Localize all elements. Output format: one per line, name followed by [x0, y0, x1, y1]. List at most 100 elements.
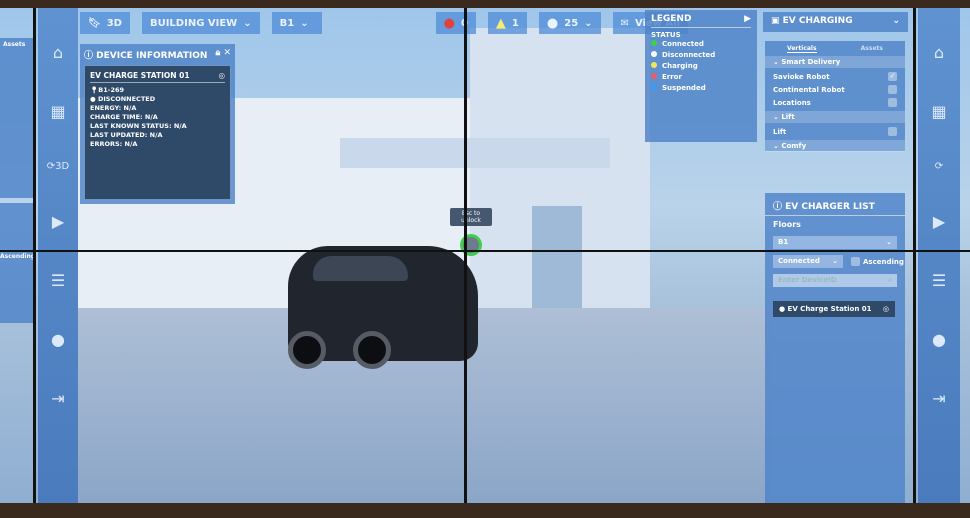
- group-header[interactable]: ⌄ Lift: [765, 111, 905, 123]
- right-sidebar: ⌂ ▦ ⟳ ▶ ☰ ● ⇥: [918, 8, 960, 503]
- building-view-dropdown[interactable]: BUILDING VIEW ⌄: [141, 12, 260, 34]
- warning-alerts[interactable]: ▲ 1: [487, 12, 527, 34]
- status: ● DISCONNECTED: [90, 95, 156, 103]
- chevron-down-icon: ⌄: [773, 113, 779, 121]
- logout-icon[interactable]: ⇥: [51, 389, 64, 408]
- building-view-label: BUILDING VIEW: [149, 17, 238, 29]
- charger-list-item[interactable]: ● EV Charge Station 01 ◎: [773, 301, 895, 317]
- home-icon[interactable]: ⌂: [53, 43, 63, 62]
- status-dot-icon: [651, 62, 657, 68]
- locate-icon[interactable]: ◎: [218, 71, 225, 80]
- mail-icon: ✉: [620, 17, 629, 29]
- status-dot-icon: [651, 40, 657, 46]
- legend-item: Suspended: [651, 83, 751, 94]
- legend-title: LEGEND: [651, 14, 692, 24]
- item-checkbox[interactable]: ✓: [888, 72, 897, 81]
- location: 📍︎B1-269: [90, 86, 125, 94]
- bookmark-button[interactable]: 🔖︎ 3D: [80, 12, 130, 34]
- floor-select[interactable]: B1 ⌄: [773, 236, 897, 249]
- close-icon[interactable]: ✕: [223, 48, 231, 58]
- ev-charging-title: ▣ EV CHARGING: [771, 16, 853, 26]
- rotate-3d-icon[interactable]: ⟳: [935, 161, 943, 172]
- car-model: [288, 246, 478, 369]
- collapse-play-icon[interactable]: ▶: [744, 14, 751, 24]
- floor-dropdown[interactable]: B1 ⌄: [271, 12, 322, 34]
- tab-assets[interactable]: Assets: [861, 45, 883, 53]
- rotate-3d-icon[interactable]: ⟳3D: [47, 161, 69, 172]
- error-alerts[interactable]: ●0: [435, 12, 476, 34]
- status-dot-icon: [651, 84, 657, 90]
- floors-label: Floors: [773, 220, 801, 229]
- info-count: 25: [564, 17, 579, 29]
- error-icon: ●: [443, 15, 455, 31]
- charge-time: CHARGE TIME: N/A: [90, 113, 158, 121]
- item-checkbox[interactable]: [888, 98, 897, 107]
- station-name: EV CHARGE STATION 01: [90, 71, 190, 80]
- tab-verticals[interactable]: Verticals: [787, 45, 817, 53]
- group-header[interactable]: ⌄ Smart Delivery: [765, 56, 905, 68]
- video-wall-screen: Esc to unlock Assets Ascending ⌂ ▦ ⟳3D ▶…: [0, 8, 970, 503]
- vertical-item: Lift: [765, 125, 905, 138]
- legend-item: Connected: [651, 39, 751, 50]
- verticals-panel: Verticals Assets ⌄ Smart Delivery Savioke …: [765, 41, 905, 152]
- chevron-down-icon: ⌄: [243, 17, 252, 29]
- chevron-down-icon: ⌄: [584, 17, 593, 29]
- legend-section: STATUS: [651, 31, 681, 39]
- legend-panel: LEGEND ▶ STATUS Connected Disconnected Char…: [645, 10, 757, 142]
- ascending-checkbox[interactable]: [851, 257, 860, 266]
- status-filter-select[interactable]: Connected ⌄: [773, 255, 843, 268]
- charger-marker[interactable]: Esc to unlock: [450, 208, 492, 256]
- ev-charging-dropdown[interactable]: ▣ EV CHARGING ⌄: [763, 12, 908, 32]
- vertical-item: Continental Robot: [765, 83, 905, 96]
- bookmark-icon: 🔖︎: [88, 17, 101, 29]
- user-icon[interactable]: ●: [51, 330, 65, 349]
- sliders-icon[interactable]: ☰: [932, 271, 946, 290]
- charger-list-title: ⓘ EV CHARGER LIST: [765, 199, 905, 216]
- chevron-down-icon: ⌄: [892, 16, 900, 26]
- item-checkbox[interactable]: [888, 127, 897, 136]
- last-known-status: LAST KNOWN STATUS: N/A: [90, 122, 187, 130]
- grid-icon[interactable]: ▦: [50, 102, 65, 121]
- media-icon[interactable]: ▶: [933, 212, 945, 231]
- legend-item: Error: [651, 72, 751, 83]
- locate-icon[interactable]: ◎: [883, 305, 889, 313]
- left-edge-list-panel: Ascending: [0, 203, 35, 323]
- sliders-icon[interactable]: ☰: [51, 271, 65, 290]
- search-icon: ⌕: [888, 276, 892, 284]
- left-sidebar: ⌂ ▦ ⟳3D ▶ ☰ ● ⇥: [38, 8, 78, 503]
- ev-charger-list-panel: ⓘ EV CHARGER LIST Floors B1 ⌄ Connected ⌄ …: [765, 193, 905, 503]
- warning-count: 1: [511, 17, 519, 29]
- grid-icon[interactable]: ▦: [931, 102, 946, 121]
- vertical-item: Savioke Robot ✓: [773, 72, 897, 81]
- ascending-label: Ascending: [863, 257, 904, 266]
- home-icon[interactable]: ⌂: [934, 43, 944, 62]
- chevron-down-icon: ⌄: [773, 142, 779, 150]
- scene-beam: [340, 138, 610, 168]
- device-information-panel: ⓘ DEVICE INFORMATION 🔒︎ ✕ EV CHARGE STATI…: [80, 44, 235, 204]
- legend-item: Charging: [651, 61, 751, 72]
- info-alerts[interactable]: ● 25 ⌄: [538, 12, 601, 34]
- lock-icon[interactable]: 🔒︎: [216, 48, 221, 58]
- status-dot-icon: [651, 51, 657, 57]
- warning-icon: ▲: [495, 15, 506, 31]
- legend-item: Disconnected: [651, 50, 751, 61]
- user-icon[interactable]: ●: [932, 330, 946, 349]
- last-updated: LAST UPDATED: N/A: [90, 131, 163, 139]
- logout-icon[interactable]: ⇥: [932, 389, 945, 408]
- mode-3d-button[interactable]: 3D: [107, 18, 122, 29]
- left-edge-panel: Assets: [0, 38, 33, 198]
- vertical-item: Locations: [765, 96, 905, 109]
- energy: ENERGY: N/A: [90, 104, 137, 112]
- media-icon[interactable]: ▶: [52, 212, 64, 231]
- errors: ERRORS: N/A: [90, 140, 138, 148]
- item-checkbox[interactable]: [888, 85, 897, 94]
- left-tab-assets[interactable]: Assets: [0, 38, 33, 51]
- status-dot-icon: [651, 73, 657, 79]
- floor-label: B1: [279, 17, 295, 29]
- chevron-down-icon: ⌄: [300, 17, 309, 29]
- top-bar: 🔖︎3D BUILDING VIEW⌄ B1⌄ ●0 ▲1 ●25⌄ ✉View…: [80, 12, 689, 34]
- device-id-search[interactable]: Enter DeviceID ⌕: [773, 274, 897, 287]
- group-header[interactable]: ⌄ Comfy: [765, 140, 905, 152]
- marker-tooltip: Esc to unlock: [450, 208, 492, 226]
- panel-title: ⓘ DEVICE INFORMATION: [84, 51, 208, 61]
